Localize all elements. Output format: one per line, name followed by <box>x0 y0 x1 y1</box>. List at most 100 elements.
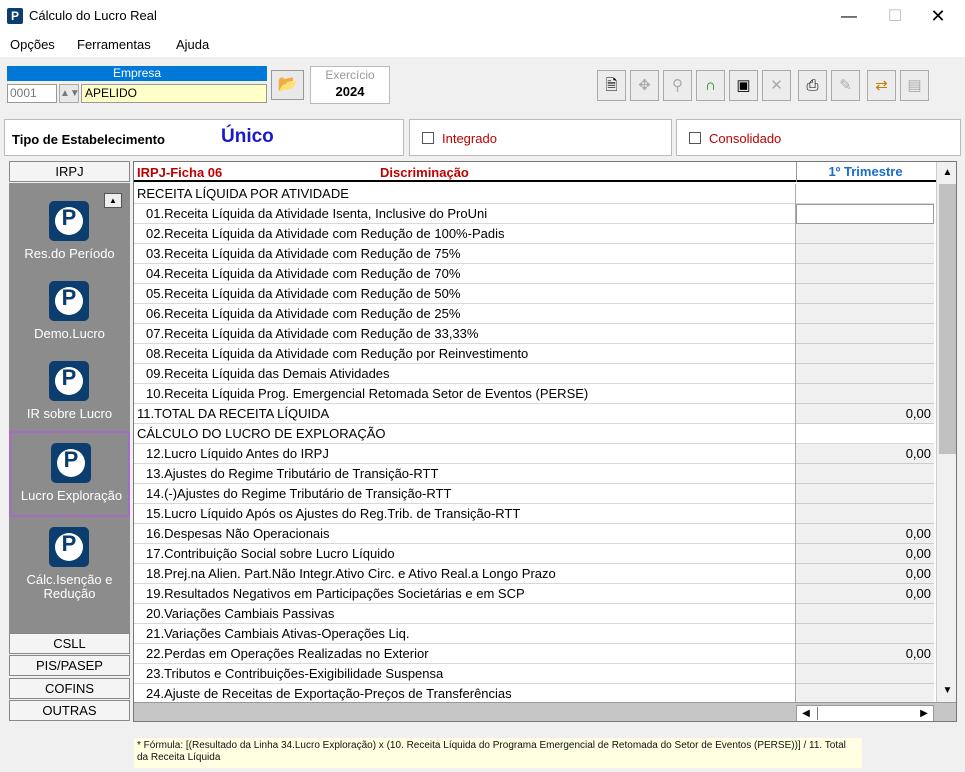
consolidado-checkbox[interactable] <box>689 132 701 144</box>
row-value-cell[interactable] <box>796 484 934 504</box>
row-value-cell[interactable] <box>796 244 934 264</box>
integrado-checkbox[interactable] <box>422 132 434 144</box>
row-value-cell[interactable] <box>796 304 934 324</box>
scroll-down-icon[interactable]: ▼ <box>938 682 956 700</box>
table-row: 21.Variações Cambiais Ativas-Operações L… <box>134 624 934 644</box>
row-value-cell[interactable] <box>796 684 934 704</box>
close-button[interactable]: ✕ <box>915 0 961 33</box>
minimize-button[interactable]: — <box>826 0 872 33</box>
document-icon: 🗎 <box>605 77 618 94</box>
exercicio-box[interactable]: Exercício 2024 <box>310 66 390 104</box>
tab-irpj[interactable]: IRPJ <box>9 161 130 182</box>
menu-opcoes[interactable]: Opções <box>10 37 55 52</box>
row-value-cell[interactable] <box>796 284 934 304</box>
sidebar-item-lucro-exploracao[interactable]: P Lucro Exploração <box>9 431 130 517</box>
row-value-cell[interactable] <box>796 264 934 284</box>
row-description: RECEITA LÍQUIDA POR ATIVIDADE <box>134 184 796 204</box>
row-value-cell[interactable] <box>796 384 934 404</box>
table-row: 23.Tributos e Contribuições-Exigibilidad… <box>134 664 934 684</box>
row-description: 02.Receita Líquida da Atividade com Redu… <box>134 224 796 244</box>
sidebar-item-ir-sobre-lucro[interactable]: P IR sobre Lucro <box>9 353 130 433</box>
open-folder-button[interactable]: 📂 <box>271 70 304 100</box>
save-button[interactable]: ▣ <box>729 70 758 101</box>
scroll-left-icon[interactable]: ◀ <box>798 706 814 721</box>
row-description: 07.Receita Líquida da Atividade com Redu… <box>134 324 796 344</box>
table-row: 09.Receita Líquida das Demais Atividades <box>134 364 934 384</box>
exercicio-value: 2024 <box>335 84 365 99</box>
scroll-right-icon[interactable]: ▶ <box>916 706 932 721</box>
exercicio-label: Exercício <box>325 68 375 82</box>
row-description: 01.Receita Líquida da Atividade Isenta, … <box>134 204 796 224</box>
row-value-cell[interactable] <box>796 224 934 244</box>
row-value-cell[interactable] <box>796 344 934 364</box>
empresa-name-input[interactable]: APELIDO <box>81 84 267 103</box>
row-description: 12.Lucro Líquido Antes do IRPJ <box>134 444 796 464</box>
row-description: 04.Receita Líquida da Atividade com Redu… <box>134 264 796 284</box>
row-value-cell[interactable]: 0,00 <box>796 564 934 584</box>
row-description: 13.Ajustes do Regime Tributário de Trans… <box>134 464 796 484</box>
empresa-label: Empresa <box>7 66 267 81</box>
row-value-cell[interactable]: 0,00 <box>796 444 934 464</box>
row-value-cell[interactable]: 0,00 <box>796 524 934 544</box>
table-row: 24.Ajuste de Receitas de Exportação-Preç… <box>134 684 934 704</box>
row-value-cell[interactable] <box>796 464 934 484</box>
menu-ajuda[interactable]: Ajuda <box>176 37 209 52</box>
table-row: 01.Receita Líquida da Atividade Isenta, … <box>134 204 934 224</box>
row-description: 19.Resultados Negativos em Participações… <box>134 584 796 604</box>
scroll-thumb[interactable] <box>939 184 956 454</box>
row-value-cell[interactable] <box>796 324 934 344</box>
row-description: 21.Variações Cambiais Ativas-Operações L… <box>134 624 796 644</box>
export-icon: ▤ <box>907 77 922 94</box>
sidebar-item-label: IR sobre Lucro <box>26 406 113 421</box>
vertical-scrollbar[interactable]: ▲ ▼ <box>936 162 956 702</box>
tipo-row: Tipo de Estabelecimento Único Integrado … <box>4 119 961 156</box>
import-button[interactable]: ⇄ <box>867 70 896 101</box>
menu-ferramentas[interactable]: Ferramentas <box>77 37 151 52</box>
delete-icon: ✕ <box>770 77 783 94</box>
target-button[interactable]: ✥ <box>630 70 659 101</box>
print-button[interactable]: ⎙ <box>798 70 827 101</box>
scroll-up-icon[interactable]: ▲ <box>938 164 956 182</box>
row-value-cell[interactable]: 0,00 <box>796 644 934 664</box>
document-button[interactable]: 🗎 <box>597 70 626 101</box>
sidebar-item-demo-lucro[interactable]: P Demo.Lucro <box>9 273 130 353</box>
row-value-cell[interactable] <box>796 504 934 524</box>
tab-cofins[interactable]: COFINS <box>9 678 130 699</box>
maximize-button[interactable]: ☐ <box>872 0 918 33</box>
sidebar: IRPJ ▲ P Res.do Período P Demo.Lucro P I… <box>9 161 130 721</box>
hscroll-thumb[interactable] <box>817 707 837 720</box>
edit-button[interactable]: ✎ <box>831 70 860 101</box>
title-bar: P Cálculo do Lucro Real — ☐ ✕ <box>0 0 965 33</box>
export-button[interactable]: ▤ <box>900 70 929 101</box>
row-value-cell[interactable]: 0,00 <box>796 404 934 424</box>
lock-button[interactable]: ∩ <box>696 70 725 101</box>
row-value-cell[interactable]: 0,00 <box>796 544 934 564</box>
tab-pis-pasep[interactable]: PIS/PASEP <box>9 655 130 676</box>
integrado-label: Integrado <box>442 131 497 146</box>
empresa-spin-icon[interactable]: ▲▼ <box>59 84 80 103</box>
print-icon: ⎙ <box>806 77 819 94</box>
search-person-button[interactable]: ⚲ <box>663 70 692 101</box>
consolidado-label: Consolidado <box>709 131 782 146</box>
row-description: 14.(-)Ajustes do Regime Tributário de Tr… <box>134 484 796 504</box>
row-value-cell[interactable]: 0,00 <box>796 584 934 604</box>
sidebar-item-label: Demo.Lucro <box>34 326 105 341</box>
row-description: CÁLCULO DO LUCRO DE EXPLORAÇÃO <box>134 424 796 444</box>
row-value-cell[interactable] <box>796 624 934 644</box>
tab-outras[interactable]: OUTRAS <box>9 700 130 721</box>
row-value-cell[interactable] <box>796 364 934 384</box>
delete-button[interactable]: ✕ <box>762 70 791 101</box>
row-description: 16.Despesas Não Operacionais <box>134 524 796 544</box>
tab-csll[interactable]: CSLL <box>9 633 130 654</box>
table-row: 08.Receita Líquida da Atividade com Redu… <box>134 344 934 364</box>
row-description: 18.Prej.na Alien. Part.Não Integr.Ativo … <box>134 564 796 584</box>
horizontal-scrollbar[interactable]: ◀ ▶ <box>796 705 934 721</box>
sidebar-item-res-periodo[interactable]: P Res.do Período <box>9 193 130 273</box>
window-title: Cálculo do Lucro Real <box>29 8 157 23</box>
sidebar-item-calc-isencao[interactable]: P Cálc.Isenção e Redução <box>9 519 130 609</box>
empresa-code-input[interactable]: 0001 <box>7 84 57 103</box>
row-value-cell[interactable] <box>796 204 934 224</box>
row-value-cell[interactable] <box>796 604 934 624</box>
row-value-cell[interactable] <box>796 664 934 684</box>
table-row: 16.Despesas Não Operacionais 0,00 <box>134 524 934 544</box>
